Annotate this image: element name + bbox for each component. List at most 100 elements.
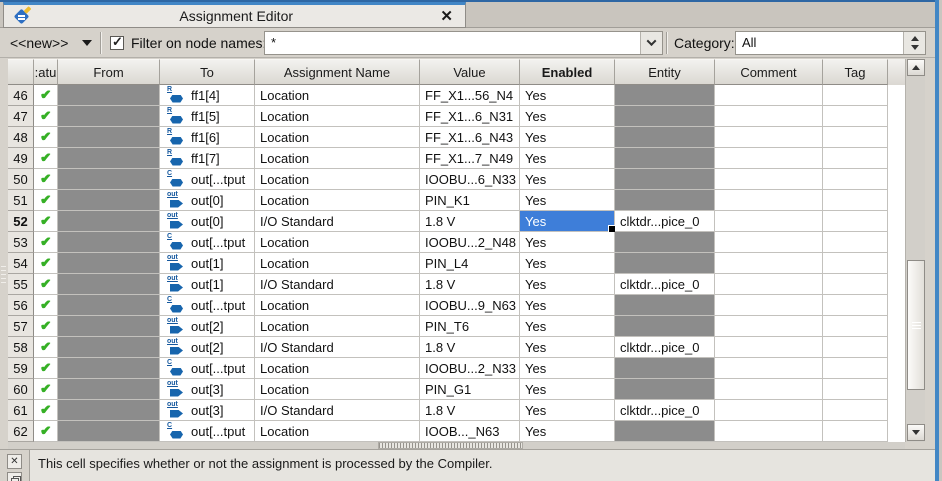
from-cell[interactable]: [58, 253, 160, 274]
row-number[interactable]: 52: [8, 211, 34, 232]
status-cell[interactable]: ✔: [34, 253, 58, 274]
value-cell[interactable]: 1.8 V: [420, 211, 520, 232]
status-cell[interactable]: ✔: [34, 127, 58, 148]
entity-cell[interactable]: [615, 148, 715, 169]
vertical-scrollbar[interactable]: [905, 59, 925, 442]
comment-cell[interactable]: [715, 85, 823, 106]
status-cell[interactable]: ✔: [34, 379, 58, 400]
to-cell[interactable]: R ff1[6]: [160, 127, 255, 148]
entity-cell[interactable]: [615, 295, 715, 316]
row-number[interactable]: 62: [8, 421, 34, 442]
column-header-value[interactable]: Value: [420, 59, 520, 85]
enabled-cell[interactable]: Yes: [520, 274, 615, 295]
from-cell[interactable]: [58, 190, 160, 211]
to-cell[interactable]: R ff1[7]: [160, 148, 255, 169]
entity-cell[interactable]: [615, 232, 715, 253]
tag-cell[interactable]: [823, 232, 888, 253]
new-assignment-dropdown-icon[interactable]: [82, 39, 92, 46]
enabled-cell[interactable]: Yes: [520, 421, 615, 442]
row-number[interactable]: 60: [8, 379, 34, 400]
entity-cell[interactable]: [615, 379, 715, 400]
value-cell[interactable]: 1.8 V: [420, 337, 520, 358]
entity-cell[interactable]: clktdr...pice_0: [615, 400, 715, 421]
from-cell[interactable]: [58, 211, 160, 232]
status-cell[interactable]: ✔: [34, 190, 58, 211]
status-cell[interactable]: ✔: [34, 337, 58, 358]
comment-cell[interactable]: [715, 274, 823, 295]
comment-cell[interactable]: [715, 190, 823, 211]
value-cell[interactable]: PIN_K1: [420, 190, 520, 211]
horizontal-scrollbar[interactable]: [8, 442, 905, 449]
status-cell[interactable]: ✔: [34, 316, 58, 337]
horizontal-scrollbar-thumb[interactable]: [378, 442, 523, 449]
value-cell[interactable]: PIN_L4: [420, 253, 520, 274]
column-header-assignment-name[interactable]: Assignment Name: [255, 59, 420, 85]
from-cell[interactable]: [58, 421, 160, 442]
assignment-name-cell[interactable]: Location: [255, 358, 420, 379]
row-number[interactable]: 57: [8, 316, 34, 337]
comment-cell[interactable]: [715, 295, 823, 316]
enabled-cell[interactable]: Yes: [520, 85, 615, 106]
column-header-comment[interactable]: Comment: [715, 59, 823, 85]
column-header-status[interactable]: :atu: [34, 59, 58, 85]
assignment-name-cell[interactable]: Location: [255, 421, 420, 442]
to-cell[interactable]: out out[2]: [160, 337, 255, 358]
value-cell[interactable]: IOOBU...6_N33: [420, 169, 520, 190]
entity-cell[interactable]: clktdr...pice_0: [615, 337, 715, 358]
tag-cell[interactable]: [823, 316, 888, 337]
to-cell[interactable]: out out[2]: [160, 316, 255, 337]
tag-cell[interactable]: [823, 400, 888, 421]
comment-cell[interactable]: [715, 400, 823, 421]
status-cell[interactable]: ✔: [34, 358, 58, 379]
tag-cell[interactable]: [823, 148, 888, 169]
entity-cell[interactable]: clktdr...pice_0: [615, 274, 715, 295]
row-number[interactable]: 49: [8, 148, 34, 169]
assignment-name-cell[interactable]: Location: [255, 127, 420, 148]
from-cell[interactable]: [58, 127, 160, 148]
row-number[interactable]: 55: [8, 274, 34, 295]
close-message-pane-button[interactable]: ✕: [7, 454, 22, 469]
tag-cell[interactable]: [823, 190, 888, 211]
value-cell[interactable]: FF_X1...6_N43: [420, 127, 520, 148]
left-splitter[interactable]: [0, 58, 8, 449]
row-number[interactable]: 53: [8, 232, 34, 253]
from-cell[interactable]: [58, 316, 160, 337]
to-cell[interactable]: out out[3]: [160, 400, 255, 421]
row-number[interactable]: 48: [8, 127, 34, 148]
column-header-tag[interactable]: Tag: [823, 59, 888, 85]
selection-fill-handle[interactable]: [608, 225, 615, 232]
node-filter-input[interactable]: [265, 35, 640, 50]
value-cell[interactable]: IOOB..._N63: [420, 421, 520, 442]
to-cell[interactable]: out out[1]: [160, 274, 255, 295]
comment-cell[interactable]: [715, 148, 823, 169]
from-cell[interactable]: [58, 379, 160, 400]
comment-cell[interactable]: [715, 127, 823, 148]
entity-cell[interactable]: [615, 127, 715, 148]
from-cell[interactable]: [58, 106, 160, 127]
column-header-entity[interactable]: Entity: [615, 59, 715, 85]
to-cell[interactable]: C out[...tput: [160, 421, 255, 442]
row-number[interactable]: 58: [8, 337, 34, 358]
status-cell[interactable]: ✔: [34, 211, 58, 232]
comment-cell[interactable]: [715, 358, 823, 379]
tag-cell[interactable]: [823, 211, 888, 232]
tag-cell[interactable]: [823, 169, 888, 190]
to-cell[interactable]: out out[0]: [160, 211, 255, 232]
assignment-name-cell[interactable]: Location: [255, 106, 420, 127]
value-cell[interactable]: IOOBU...9_N63: [420, 295, 520, 316]
value-cell[interactable]: FF_X1...56_N4: [420, 85, 520, 106]
enabled-cell[interactable]: Yes: [520, 211, 615, 232]
from-cell[interactable]: [58, 169, 160, 190]
to-cell[interactable]: out out[3]: [160, 379, 255, 400]
row-number[interactable]: 54: [8, 253, 34, 274]
status-cell[interactable]: ✔: [34, 274, 58, 295]
assignment-name-cell[interactable]: Location: [255, 190, 420, 211]
comment-cell[interactable]: [715, 232, 823, 253]
comment-cell[interactable]: [715, 316, 823, 337]
assignment-name-cell[interactable]: Location: [255, 169, 420, 190]
from-cell[interactable]: [58, 295, 160, 316]
value-cell[interactable]: IOOBU...2_N48: [420, 232, 520, 253]
filter-checkbox[interactable]: ✓: [110, 34, 124, 50]
to-cell[interactable]: C out[...tput: [160, 169, 255, 190]
enabled-cell[interactable]: Yes: [520, 148, 615, 169]
